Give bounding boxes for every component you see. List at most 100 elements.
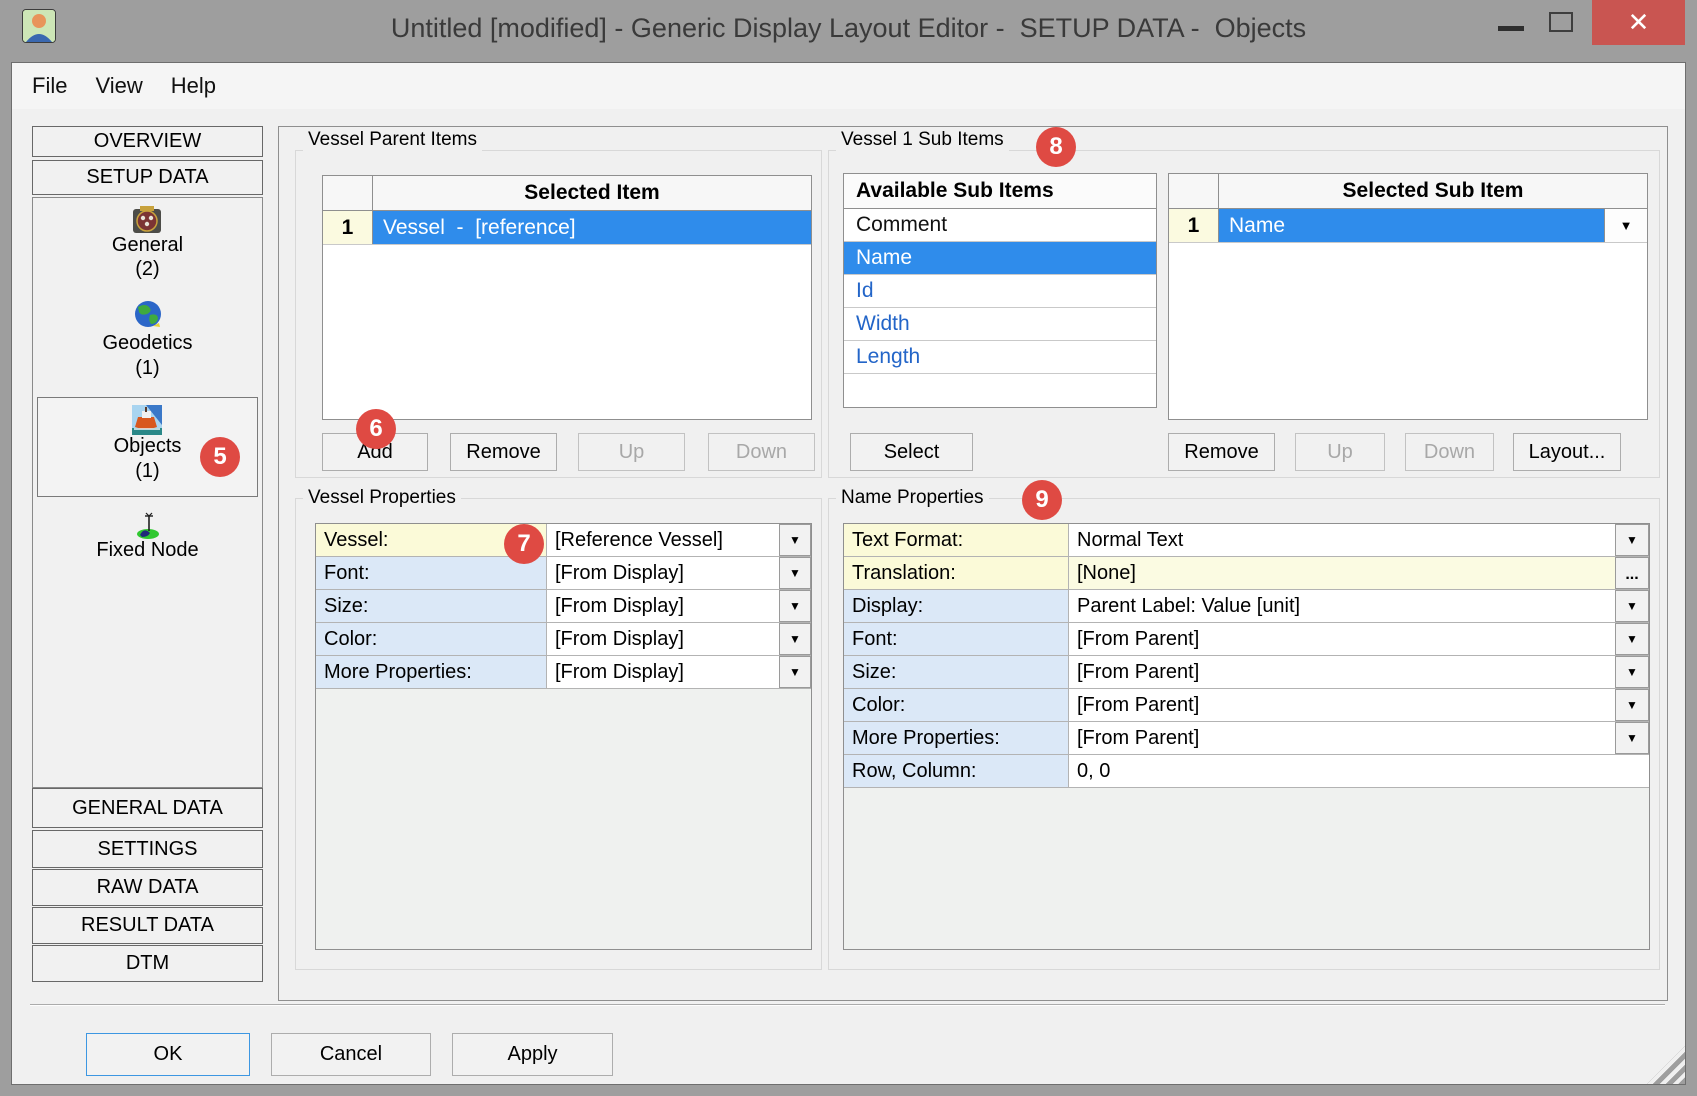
maximize-button[interactable] bbox=[1540, 0, 1584, 45]
footer-separator-highlight bbox=[30, 1005, 1665, 1006]
property-label: Display: bbox=[844, 590, 1069, 622]
property-row-size: Size: [From Display] bbox=[316, 590, 811, 623]
sidebar-tab-setup-data[interactable]: SETUP DATA bbox=[32, 160, 263, 195]
property-value[interactable]: [From Display] bbox=[547, 623, 779, 655]
property-label: Text Format: bbox=[844, 524, 1069, 556]
dropdown-button[interactable] bbox=[1615, 722, 1649, 754]
dropdown-button[interactable] bbox=[1615, 590, 1649, 622]
property-value[interactable]: [From Parent] bbox=[1069, 689, 1615, 721]
annotation-badge-5: 5 bbox=[200, 437, 240, 477]
property-value[interactable]: [None] bbox=[1069, 557, 1615, 589]
property-row-row-column: Row, Column: 0, 0 bbox=[844, 755, 1649, 788]
vessel-properties-table: Vessel: [Reference Vessel] Font: [From D… bbox=[315, 523, 812, 950]
property-value[interactable]: [From Display] bbox=[547, 656, 779, 688]
property-value[interactable]: 0, 0 bbox=[1069, 755, 1649, 787]
maximize-icon bbox=[1549, 12, 1573, 32]
property-value[interactable]: [Reference Vessel] bbox=[547, 524, 779, 556]
property-row-display: Display: Parent Label: Value [unit] bbox=[844, 590, 1649, 623]
dropdown-button[interactable] bbox=[1615, 524, 1649, 556]
sidebar-tab-result-data[interactable]: RESULT DATA bbox=[32, 907, 263, 944]
cancel-button[interactable]: Cancel bbox=[271, 1033, 431, 1076]
antenna-icon bbox=[134, 511, 160, 539]
dropdown-button[interactable] bbox=[1615, 689, 1649, 721]
sidebar-tab-raw-data[interactable]: RAW DATA bbox=[32, 869, 263, 906]
property-value[interactable]: Normal Text bbox=[1069, 524, 1615, 556]
down-button[interactable]: Down bbox=[708, 433, 815, 471]
property-label: More Properties: bbox=[316, 656, 547, 688]
menu-view[interactable]: View bbox=[95, 73, 142, 99]
window-title: Untitled [modified] - Generic Display La… bbox=[0, 13, 1697, 44]
remove-sub-item-button[interactable]: Remove bbox=[1168, 433, 1275, 471]
property-row-vessel: Vessel: [Reference Vessel] bbox=[316, 524, 811, 557]
sidebar-item-general[interactable]: General bbox=[32, 234, 263, 257]
property-value[interactable]: [From Display] bbox=[547, 590, 779, 622]
property-label: Size: bbox=[316, 590, 547, 622]
annotation-badge-6: 6 bbox=[356, 409, 396, 449]
property-row-color: Color: [From Display] bbox=[316, 623, 811, 656]
list-item-width[interactable]: Width bbox=[844, 308, 1156, 341]
sidebar-tab-overview[interactable]: OVERVIEW bbox=[32, 126, 263, 157]
property-value[interactable]: [From Parent] bbox=[1069, 722, 1615, 754]
dropdown-button[interactable] bbox=[779, 656, 811, 688]
dropdown-button[interactable] bbox=[779, 557, 811, 589]
property-row-text-format: Text Format: Normal Text bbox=[844, 524, 1649, 557]
dropdown-button[interactable] bbox=[1615, 656, 1649, 688]
vessel-properties-label: Vessel Properties bbox=[303, 487, 461, 509]
annotation-badge-8: 8 bbox=[1036, 127, 1076, 167]
ellipsis-button[interactable]: ... bbox=[1615, 557, 1649, 589]
property-row-more-properties: More Properties: [From Display] bbox=[316, 656, 811, 689]
layout-button[interactable]: Layout... bbox=[1513, 433, 1621, 471]
sidebar-tab-dtm[interactable]: DTM bbox=[32, 945, 263, 982]
sub-item-dropdown-button[interactable] bbox=[1604, 209, 1647, 242]
selected-item-column-header: Selected Item bbox=[373, 176, 811, 210]
dropdown-button[interactable] bbox=[779, 590, 811, 622]
sidebar-tab-general-data[interactable]: GENERAL DATA bbox=[32, 788, 263, 828]
property-value[interactable]: [From Parent] bbox=[1069, 623, 1615, 655]
annotation-badge-7: 7 bbox=[504, 524, 544, 564]
property-value[interactable]: [From Parent] bbox=[1069, 656, 1615, 688]
selected-sub-item-value[interactable]: Name bbox=[1219, 209, 1604, 242]
dropdown-button[interactable] bbox=[1615, 623, 1649, 655]
sidebar-item-fixed-node[interactable]: Fixed Node bbox=[32, 539, 263, 562]
list-item-length[interactable]: Length bbox=[844, 341, 1156, 374]
menu-file[interactable]: File bbox=[32, 73, 67, 99]
down-sub-item-button[interactable]: Down bbox=[1405, 433, 1494, 471]
row-number-cell: 1 bbox=[1169, 209, 1219, 242]
property-label: Font: bbox=[316, 557, 547, 589]
sidebar-tab-settings[interactable]: SETTINGS bbox=[32, 830, 263, 868]
table-row[interactable]: 1 Vessel - [reference] bbox=[323, 211, 811, 245]
gyrocompass-icon bbox=[130, 205, 164, 235]
property-row-translation: Translation: [None] ... bbox=[844, 557, 1649, 590]
ok-button[interactable]: OK bbox=[86, 1033, 250, 1076]
apply-button[interactable]: Apply bbox=[452, 1033, 613, 1076]
dropdown-button[interactable] bbox=[779, 524, 811, 556]
minimize-button[interactable] bbox=[1488, 0, 1536, 45]
list-item-comment[interactable]: Comment bbox=[844, 209, 1156, 242]
selected-sub-item-column-header: Selected Sub Item bbox=[1219, 174, 1647, 208]
globe-icon bbox=[133, 299, 163, 331]
selected-sub-item-table: Selected Sub Item 1 Name bbox=[1168, 173, 1648, 420]
close-button[interactable] bbox=[1592, 0, 1685, 45]
vessel-sub-items-label: Vessel 1 Sub Items bbox=[836, 129, 1009, 151]
sidebar-item-geodetics-count: (1) bbox=[32, 357, 263, 380]
select-button[interactable]: Select bbox=[850, 433, 973, 471]
property-label: Color: bbox=[844, 689, 1069, 721]
property-value[interactable]: Parent Label: Value [unit] bbox=[1069, 590, 1615, 622]
up-sub-item-button[interactable]: Up bbox=[1295, 433, 1385, 471]
vessel-parent-items-label: Vessel Parent Items bbox=[303, 129, 482, 151]
dropdown-button[interactable] bbox=[779, 623, 811, 655]
selected-sub-item-header-row: Selected Sub Item bbox=[1169, 174, 1647, 209]
remove-button[interactable]: Remove bbox=[450, 433, 557, 471]
menu-help[interactable]: Help bbox=[171, 73, 216, 99]
list-item-name[interactable]: Name bbox=[844, 242, 1156, 275]
up-button[interactable]: Up bbox=[578, 433, 685, 471]
sidebar-item-geodetics[interactable]: Geodetics bbox=[32, 332, 263, 355]
available-sub-items-list: Available Sub Items Comment Name Id Widt… bbox=[843, 173, 1157, 408]
list-item-id[interactable]: Id bbox=[844, 275, 1156, 308]
selected-item-value[interactable]: Vessel - [reference] bbox=[373, 211, 811, 244]
property-value[interactable]: [From Display] bbox=[547, 557, 779, 589]
selected-item-table: Selected Item 1 Vessel - [reference] bbox=[322, 175, 812, 420]
table-row[interactable]: 1 Name bbox=[1169, 209, 1647, 243]
property-label: Row, Column: bbox=[844, 755, 1069, 787]
property-label: More Properties: bbox=[844, 722, 1069, 754]
